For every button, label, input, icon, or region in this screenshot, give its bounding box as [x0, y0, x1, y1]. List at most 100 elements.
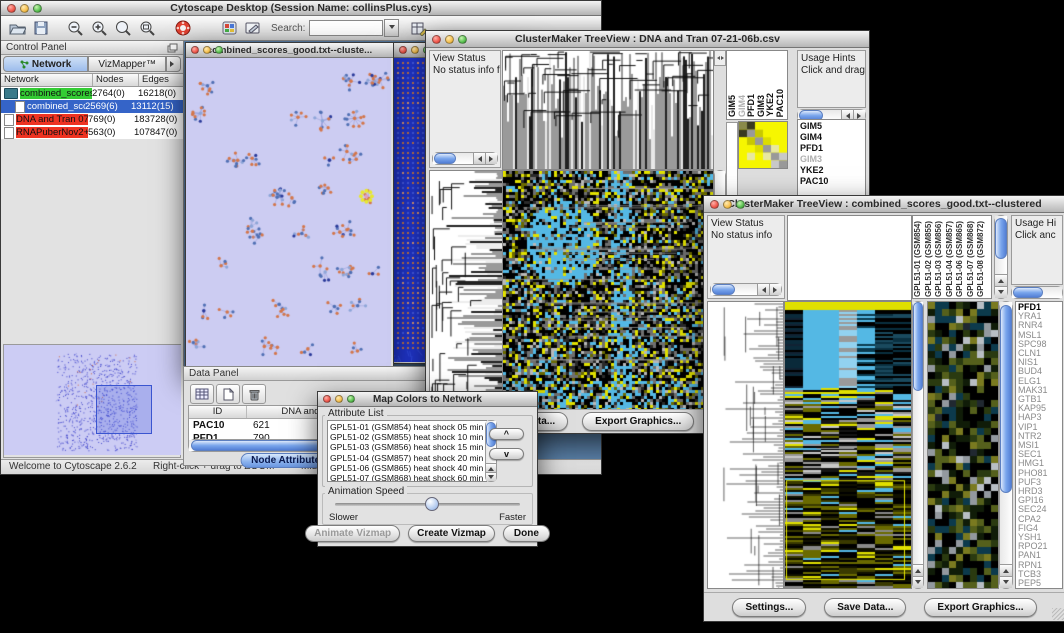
- help-button[interactable]: [171, 18, 195, 38]
- tab-vizmapper-label: VizMapper™: [98, 59, 156, 70]
- annotation-button[interactable]: [241, 18, 265, 38]
- tv2-zoom-heatmap[interactable]: [927, 301, 999, 589]
- tab-vizmapper[interactable]: VizMapper™: [88, 56, 166, 72]
- row-gene-label[interactable]: GIM3: [800, 154, 863, 165]
- tv1-export-graphics-button[interactable]: Export Graphics...: [582, 412, 694, 431]
- zoom-fit-button[interactable]: [135, 18, 159, 38]
- main-titlebar[interactable]: Cytoscape Desktop (Session Name: collins…: [1, 1, 601, 16]
- array-column-label[interactable]: GPL51-08 (GSM872): [977, 221, 988, 297]
- minimize-button[interactable]: [723, 200, 732, 209]
- network-list-row[interactable]: DNA and Tran 07769(0)183728(0): [1, 113, 183, 126]
- zoom-selected-button[interactable]: [111, 18, 135, 38]
- zoom-out-button[interactable]: [63, 18, 87, 38]
- float-panel-icon[interactable]: [167, 43, 178, 53]
- column-header-edges[interactable]: Edges: [139, 74, 183, 86]
- create-vizmap-button[interactable]: Create Vizmap: [408, 525, 495, 542]
- gene-list-item[interactable]: MON2: [1018, 588, 1060, 589]
- zoom-button[interactable]: [347, 395, 355, 403]
- network-list-row[interactable]: combined_scores2764(0)16218(0): [1, 87, 183, 100]
- move-up-button[interactable]: ^: [489, 428, 524, 440]
- close-button[interactable]: [710, 200, 719, 209]
- attribute-list-item[interactable]: GPL51-07 (GSM868) heat shock 60 min: [330, 473, 484, 482]
- tv1-status-hscrollbar[interactable]: [432, 152, 498, 165]
- tv2-heatmap-vscrollbar[interactable]: [912, 301, 924, 589]
- tv1-column-dendrogram[interactable]: [502, 50, 714, 170]
- resize-grip[interactable]: [1052, 608, 1064, 620]
- close-button[interactable]: [432, 35, 441, 44]
- network-list-filler: [1, 136, 183, 334]
- minimize-button[interactable]: [203, 46, 211, 54]
- tv2-genes-vscrollbar[interactable]: [999, 301, 1013, 589]
- row-gene-label[interactable]: YKE2: [800, 165, 863, 176]
- network-view-canvas[interactable]: [186, 58, 391, 372]
- column-gene-label[interactable]: PAC10: [776, 89, 786, 117]
- create-attribute-button[interactable]: [216, 384, 240, 404]
- annotation-icon: [245, 21, 261, 35]
- tv1-row-dendrogram[interactable]: [429, 170, 503, 410]
- tv2-view-status-panel: View Status No status info: [707, 215, 785, 299]
- attribute-list-item[interactable]: GPL51-02 (GSM855) heat shock 10 min: [330, 432, 484, 442]
- network-overview-panel[interactable]: [3, 344, 181, 458]
- row-gene-label[interactable]: GIM4: [800, 132, 863, 143]
- zoom-button[interactable]: [33, 4, 42, 13]
- close-button[interactable]: [191, 46, 199, 54]
- minimize-button[interactable]: [411, 46, 419, 54]
- zoom-in-button[interactable]: [87, 18, 111, 38]
- array-column-label[interactable]: GPL51-06 (GSM865): [956, 221, 967, 297]
- attribute-list-item[interactable]: GPL51-06 (GSM865) heat shock 40 min: [330, 463, 484, 473]
- tv1-mini-scroll[interactable]: [714, 50, 726, 66]
- tab-overflow-button[interactable]: [166, 56, 181, 72]
- network-nodes-count: 563(0): [88, 127, 134, 138]
- animate-vizmap-button[interactable]: Animate Vizmap: [305, 525, 400, 542]
- open-session-button[interactable]: [5, 18, 29, 38]
- attribute-list-item[interactable]: GPL51-01 (GSM854) heat shock 05 min: [330, 422, 484, 432]
- network-nodes-count: 769(0): [88, 114, 134, 125]
- minimize-button[interactable]: [20, 4, 29, 13]
- tv2-save-data-button[interactable]: Save Data...: [824, 598, 906, 617]
- vizmapper-button[interactable]: [217, 18, 241, 38]
- row-gene-label[interactable]: GIM5: [800, 121, 863, 132]
- row-gene-label[interactable]: PAC10: [800, 176, 863, 187]
- tv2-usage-hscrollbar[interactable]: [1011, 286, 1063, 299]
- attribute-list-item[interactable]: GPL51-04 (GSM857) heat shock 20 min: [330, 453, 484, 463]
- tab-network[interactable]: Network: [3, 56, 88, 72]
- column-header-network[interactable]: Network: [1, 74, 93, 86]
- tv1-summary-heatmap[interactable]: [738, 121, 788, 169]
- column-header-nodes[interactable]: Nodes: [93, 74, 139, 86]
- network-list-row[interactable]: combined_sco2569(6)13112(15): [1, 100, 183, 113]
- tv1-heatmap[interactable]: [502, 170, 714, 410]
- delete-attribute-button[interactable]: [242, 384, 266, 404]
- tv2-labels-vscrollbar[interactable]: [994, 215, 1008, 299]
- zoom-button[interactable]: [736, 200, 745, 209]
- search-input[interactable]: [309, 20, 383, 36]
- network-list-row[interactable]: RNAPuberNov2+563(0)107847(0): [1, 126, 183, 139]
- row-gene-label[interactable]: PFD1: [800, 143, 863, 154]
- save-icon: [34, 21, 48, 35]
- network-overview-canvas[interactable]: [4, 345, 181, 455]
- tv2-row-dendrogram[interactable]: [707, 301, 784, 589]
- tv1-view-status-panel: View Status No status info f: [429, 50, 501, 168]
- close-button[interactable]: [399, 46, 407, 54]
- tv2-settings-button[interactable]: Settings...: [732, 598, 806, 617]
- close-button[interactable]: [7, 4, 16, 13]
- tv2-status-hscrollbar[interactable]: [710, 283, 782, 296]
- tv2-export-graphics-button[interactable]: Export Graphics...: [924, 598, 1036, 617]
- overview-viewport-rect[interactable]: [96, 385, 153, 434]
- array-column-label[interactable]: GPL51-01 (GSM854): [914, 221, 925, 297]
- attribute-select-button[interactable]: [190, 384, 214, 404]
- data-column-id[interactable]: ID: [189, 406, 247, 418]
- zoom-button[interactable]: [215, 46, 223, 54]
- tv2-column-tree-area[interactable]: [787, 215, 912, 301]
- close-button[interactable]: [323, 395, 331, 403]
- attribute-list-item[interactable]: GPL51-03 (GSM856) heat shock 15 min: [330, 442, 484, 452]
- minimize-button[interactable]: [335, 395, 343, 403]
- move-down-button[interactable]: v: [489, 448, 524, 460]
- tv2-heatmap[interactable]: [784, 301, 912, 589]
- minimize-button[interactable]: [445, 35, 454, 44]
- save-session-button[interactable]: [29, 18, 53, 38]
- done-button[interactable]: Done: [503, 525, 550, 542]
- slider-thumb[interactable]: [425, 497, 439, 511]
- array-column-label[interactable]: GPL51-03 (GSM856): [935, 221, 946, 297]
- search-dropdown-button[interactable]: [384, 19, 399, 37]
- zoom-button[interactable]: [458, 35, 467, 44]
